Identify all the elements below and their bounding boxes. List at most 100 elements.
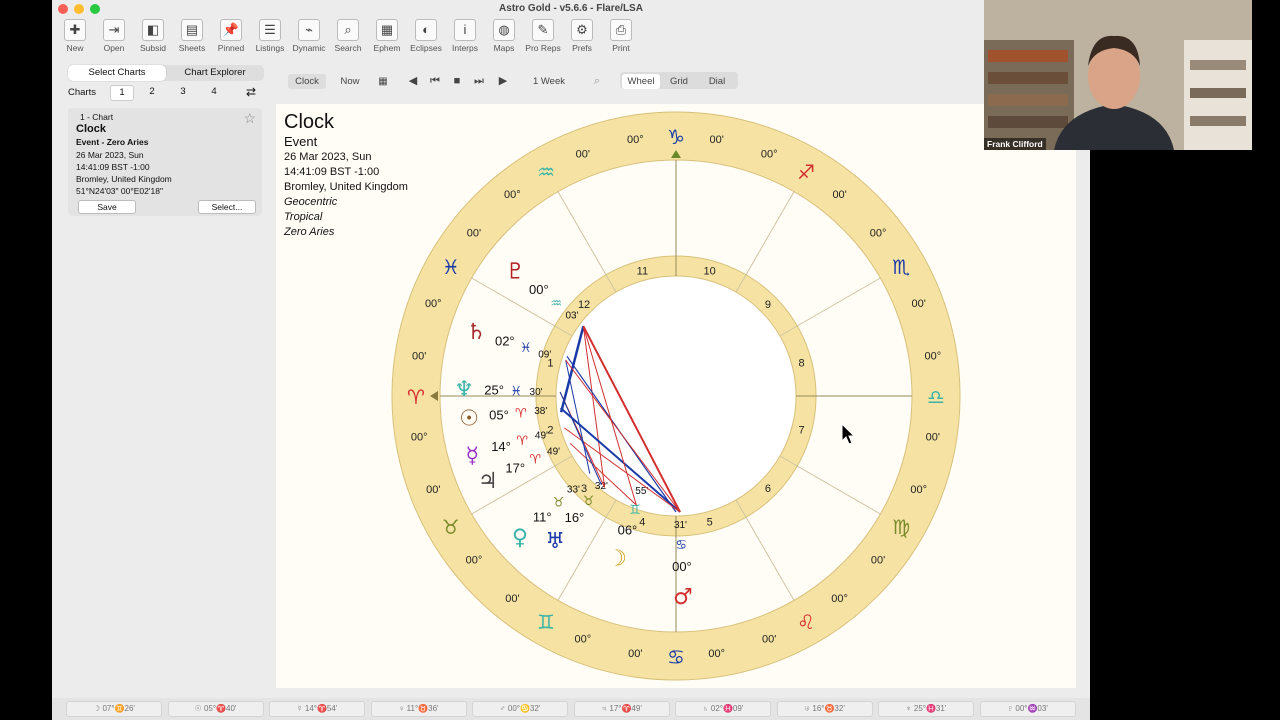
chart-place: Bromley, United Kingdom <box>76 174 172 184</box>
planet-minute: 38' <box>534 406 547 417</box>
toolbar-dynamic-button[interactable]: ⌁ Dynamic <box>290 18 328 60</box>
now-button[interactable]: Now <box>334 74 366 89</box>
cusp-sign-glyph: ♈ <box>407 385 425 409</box>
select-button[interactable]: Select... <box>198 200 256 214</box>
skip-back-icon[interactable]: ⏮ <box>426 74 444 89</box>
tab-grid[interactable]: Grid <box>662 74 696 89</box>
chart-card[interactable]: 1 - Chart ☆ Clock Event - Zero Aries 26 … <box>68 108 262 216</box>
chart-name: Clock <box>76 123 106 135</box>
toolbar-label: Subsid <box>140 43 166 53</box>
toolbar-maps-button[interactable]: ◍ Maps <box>485 18 523 60</box>
status-position: ☽ 07°♊26' <box>66 701 162 717</box>
cusp-sign-glyph: ♎ <box>927 385 945 409</box>
toolbar-label: Sheets <box>178 43 206 53</box>
toolbar-interps-button[interactable]: i Interps <box>446 18 484 60</box>
status-position: ♃ 17°♈49' <box>573 701 670 717</box>
cusp-sign-glyph: ♏ <box>892 255 910 279</box>
close-window-button[interactable] <box>58 4 68 14</box>
planet-glyph: ♆ <box>454 378 474 403</box>
toolbar-listings-button[interactable]: ☰ Listings <box>251 18 289 60</box>
cusp-degree: 00° <box>627 134 644 146</box>
toolbar-pinned-button[interactable]: 📌 Pinned <box>212 18 250 60</box>
toolbar-open-button[interactable]: ⇥ Open <box>95 18 133 60</box>
planet-glyph: ♂ <box>673 585 693 610</box>
pin-icon: 📌 <box>220 19 242 41</box>
tab-wheel[interactable]: Wheel <box>622 74 660 89</box>
chart-wheel[interactable]: ♑ 00° 00' 10 ♐ 00° 00' 9 ♏ 00° 00' 8 ♎ 00° 00' 7 ♍ 00° 00'… <box>276 104 1076 688</box>
planet-degree: 00° <box>529 282 549 297</box>
cusp-sign-glyph: ♋ <box>667 645 685 669</box>
chart-type: Event - Zero Aries <box>76 137 149 147</box>
search-icon[interactable]: ⌕ <box>588 74 606 89</box>
step-size-select[interactable]: 1 Week <box>526 74 572 89</box>
planet-sign-glyph: ♊ <box>629 503 641 518</box>
tab-select-charts[interactable]: Select Charts <box>68 65 166 81</box>
cusp-sign-glyph: ♑ <box>667 125 685 149</box>
planet-minute: 03' <box>565 311 578 322</box>
toolbar-label: Prefs <box>572 43 592 53</box>
house-number: 3 <box>581 483 587 495</box>
planet-degree: 05° <box>489 408 509 423</box>
planet-degree: 14° <box>491 439 511 454</box>
chart-slot-1[interactable]: 1 <box>110 85 134 101</box>
planet-minute: 49' <box>535 431 548 442</box>
toolbar-label: Dynamic <box>292 43 326 53</box>
star-icon[interactable]: ☆ <box>243 110 256 127</box>
status-position: ☉ 05°♈40' <box>167 701 264 717</box>
planet-sign-glyph: ♉ <box>553 496 565 511</box>
toolbar-eclipses-button[interactable]: ◐ Eclipses <box>407 18 445 60</box>
info-icon: i <box>454 19 476 41</box>
shuffle-icon[interactable]: ⇄ <box>240 85 262 99</box>
step-forward-icon[interactable]: ▶ <box>494 74 512 89</box>
cusp-minute: 00' <box>832 189 846 201</box>
status-position: ♀ 11°♉36' <box>370 701 467 717</box>
toolbar-ephem-button[interactable]: ▦ Ephem <box>368 18 406 60</box>
house-number: 11 <box>637 265 648 277</box>
cusp-degree: 00° <box>411 432 428 444</box>
chart-slot-2[interactable]: 2 <box>141 85 163 99</box>
toolbar-subsid-button[interactable]: ◧ Subsid <box>134 18 172 60</box>
step-back-icon[interactable]: ◀ <box>404 74 422 89</box>
tab-dial[interactable]: Dial <box>700 74 734 89</box>
cusp-sign-glyph: ♍ <box>892 515 910 539</box>
feather-icon: ✎ <box>532 19 554 41</box>
stop-icon[interactable]: ■ <box>448 74 466 89</box>
cusp-degree: 00° <box>910 484 927 496</box>
cusp-sign-glyph: ♒ <box>537 160 555 184</box>
planet-glyph: ♅ <box>545 529 565 554</box>
cusp-sign-glyph: ♓ <box>442 255 460 279</box>
cusp-minute: 00' <box>628 648 642 660</box>
planet-degree: 06° <box>618 522 638 537</box>
chart-slot-3[interactable]: 3 <box>172 85 194 99</box>
planet-glyph: ♃ <box>478 469 498 494</box>
planet-minute: 33' <box>567 484 580 495</box>
webcam-picture <box>984 0 1252 150</box>
toolbar-label: Eclipses <box>410 43 442 53</box>
clock-button[interactable]: Clock <box>288 74 326 89</box>
skip-forward-icon[interactable]: ⏭ <box>470 74 488 89</box>
planet-glyph: ♀ <box>512 526 528 551</box>
cusp-sign-glyph: ♐ <box>797 160 815 184</box>
cusp-degree: 00° <box>870 227 887 239</box>
toolbar-label: Open <box>103 43 125 53</box>
tab-chart-explorer[interactable]: Chart Explorer <box>166 65 264 81</box>
toolbar-prefs-button[interactable]: ⚙ Prefs <box>563 18 601 60</box>
planet-sign-glyph: ♈ <box>516 434 528 449</box>
toolbar-new-button[interactable]: ✚ New <box>56 18 94 60</box>
cusp-minute: 00' <box>871 555 885 567</box>
charts-label: Charts <box>68 87 96 98</box>
planet-minute: 32' <box>595 481 608 492</box>
planet-degree: 00° <box>672 559 692 574</box>
calendar-icon[interactable]: ▦ <box>374 74 392 89</box>
printer-icon: ⎙ <box>610 19 632 41</box>
toolbar-print-button[interactable]: ⎙ Print <box>602 18 640 60</box>
chart-slot-4[interactable]: 4 <box>203 85 225 99</box>
toolbar-sheets-button[interactable]: ▤ Sheets <box>173 18 211 60</box>
toolbar-pro-reps-button[interactable]: ✎ Pro Reps <box>524 18 562 60</box>
save-button[interactable]: Save <box>78 200 136 214</box>
cusp-minute: 00' <box>912 298 926 310</box>
zoom-window-button[interactable] <box>90 4 100 14</box>
minimize-window-button[interactable] <box>74 4 84 14</box>
cusp-minute: 00' <box>926 432 940 444</box>
toolbar-search-button[interactable]: ⌕ Search <box>329 18 367 60</box>
